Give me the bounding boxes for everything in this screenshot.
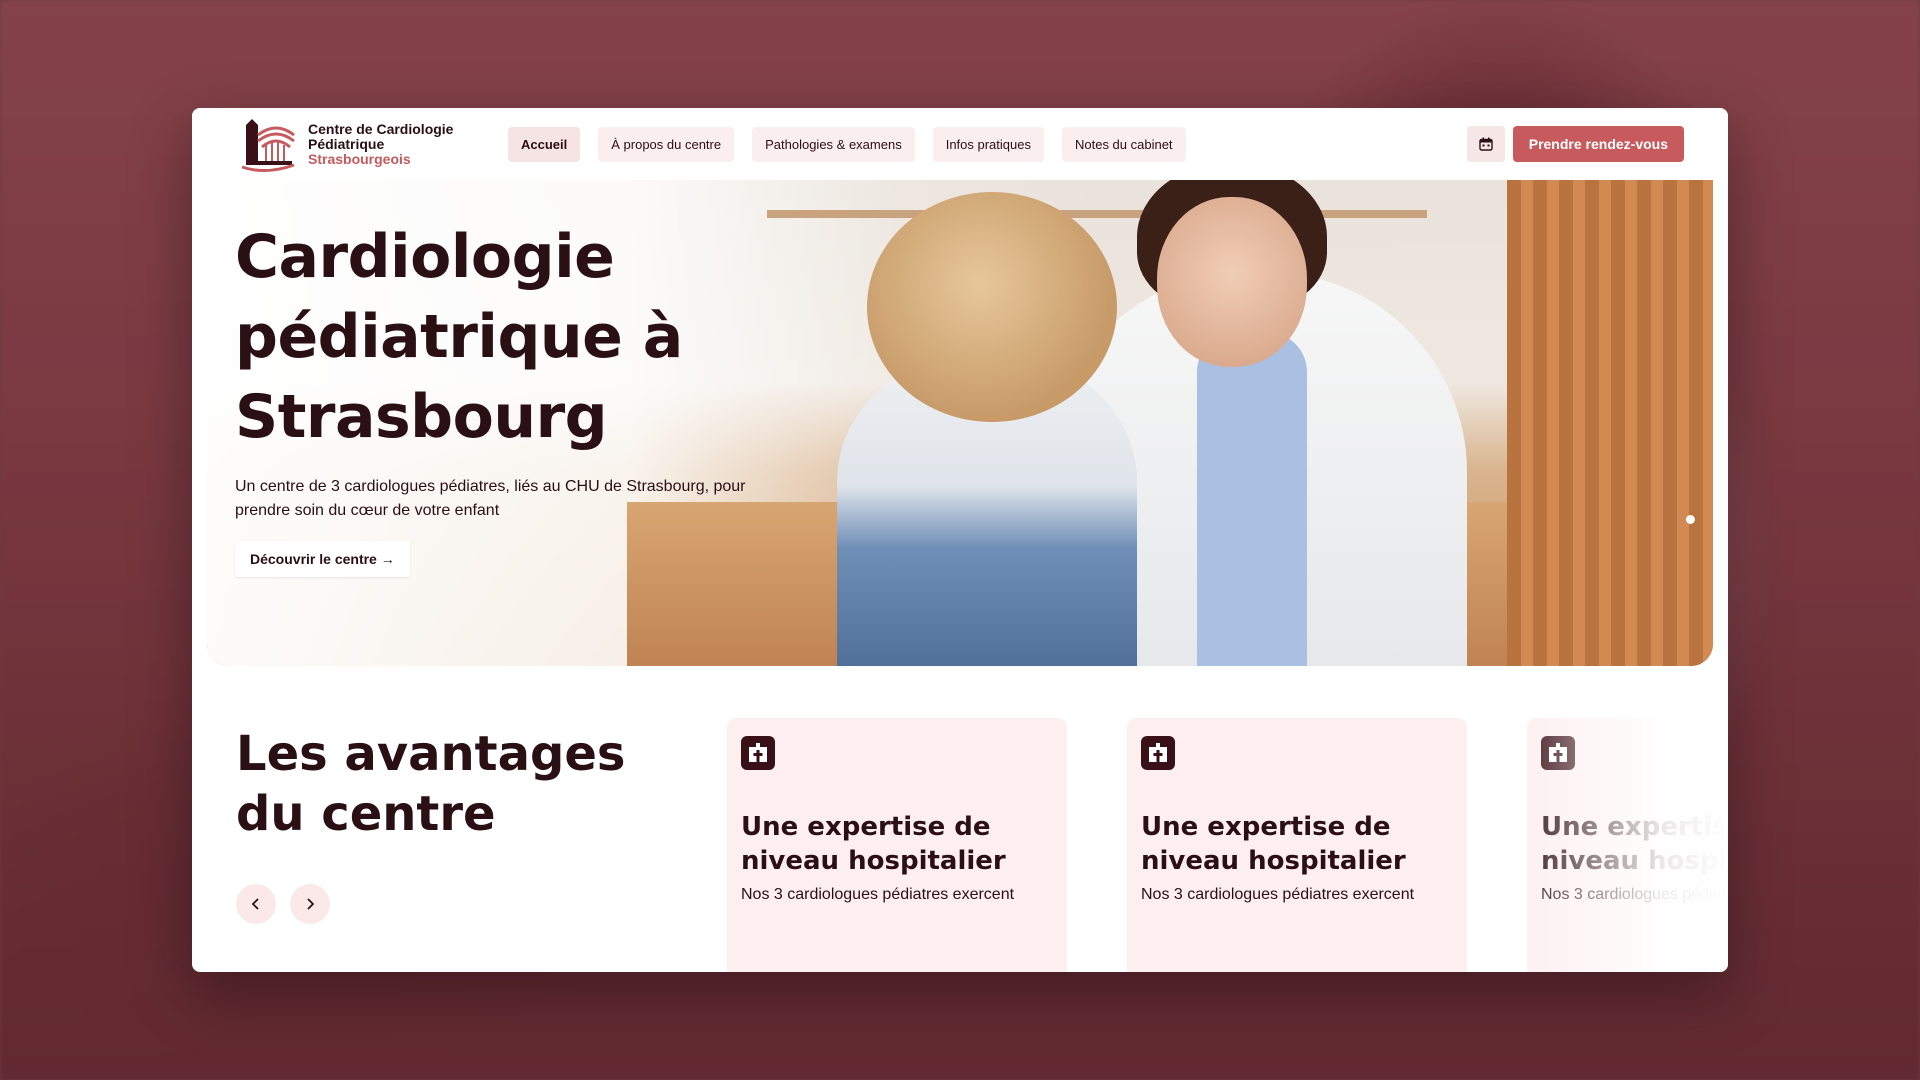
card-title: Une expertise de niveau hospitalier xyxy=(1141,812,1406,876)
logo-line-3: Strasbourgeois xyxy=(308,150,411,167)
nav-item-accueil[interactable]: Accueil xyxy=(508,126,581,162)
hero-content: Cardiologie pédiatrique à Strasbourg Un … xyxy=(235,217,775,577)
chevron-right-icon xyxy=(307,898,315,910)
calendar-icon xyxy=(1479,137,1493,151)
advantage-card[interactable]: Une expertise de niveau hospitalier Nos … xyxy=(1527,718,1728,972)
nav-item-pathologies[interactable]: Pathologies & examens xyxy=(752,126,915,162)
prev-button[interactable] xyxy=(236,884,276,924)
next-button[interactable] xyxy=(290,884,330,924)
header-actions: Prendre rendez-vous xyxy=(1466,126,1684,162)
advantage-card[interactable]: Une expertise de niveau hospitalier Nos … xyxy=(1127,718,1467,972)
card-text: Nos 3 cardiologues pédiatres exercent xyxy=(741,886,1015,903)
hospital-icon xyxy=(741,736,775,770)
hospital-icon xyxy=(1541,736,1575,770)
nav-item-notes[interactable]: Notes du cabinet xyxy=(1061,126,1186,162)
card-title: Une expertise de niveau hospitalier xyxy=(741,812,1006,876)
carousel-arrows xyxy=(236,884,330,924)
advantage-card[interactable]: Une expertise de niveau hospitalier Nos … xyxy=(727,718,1067,972)
card-title: Une expertise de niveau hospitalier xyxy=(1541,812,1728,876)
carousel-dot[interactable] xyxy=(1686,515,1695,524)
site-logo[interactable]: Centre de Cardiologie Pédiatrique Strasb… xyxy=(236,115,486,173)
logo-line-2: Pédiatrique xyxy=(308,135,385,152)
book-appointment-button[interactable]: Prendre rendez-vous xyxy=(1512,126,1684,162)
nav-item-a-propos[interactable]: À propos du centre xyxy=(598,126,735,162)
card-text: Nos 3 cardiologues pédiatres exercent xyxy=(1541,886,1728,903)
hero-title: Cardiologie pédiatrique à Strasbourg xyxy=(235,222,683,452)
calendar-button[interactable] xyxy=(1466,126,1505,162)
logo-line-1: Centre de Cardiologie xyxy=(308,120,454,137)
card-text: Nos 3 cardiologues pédiatres exercent xyxy=(1141,886,1415,903)
advantages-section: Les avantages du centre Une expertise de… xyxy=(192,668,1728,972)
site-header: Centre de Cardiologie Pédiatrique Strasb… xyxy=(192,108,1728,180)
hero-subtitle: Un centre de 3 cardiologues pédiatres, l… xyxy=(235,478,746,519)
nav-item-infos-pratiques[interactable]: Infos pratiques xyxy=(932,126,1044,162)
browser-window: Centre de Cardiologie Pédiatrique Strasb… xyxy=(192,108,1728,972)
main-nav: Accueil À propos du centre Pathologies &… xyxy=(508,126,1186,162)
advantages-title: Les avantages du centre xyxy=(236,726,626,842)
discover-center-button[interactable]: Découvrir le centre → xyxy=(235,541,410,577)
logo-mark-icon xyxy=(241,119,295,172)
logo-text: Centre de Cardiologie Pédiatrique Strasb… xyxy=(308,120,454,167)
hospital-icon xyxy=(1141,736,1175,770)
chevron-left-icon xyxy=(251,898,259,910)
hero-section: Cardiologie pédiatrique à Strasbourg Un … xyxy=(207,152,1713,666)
